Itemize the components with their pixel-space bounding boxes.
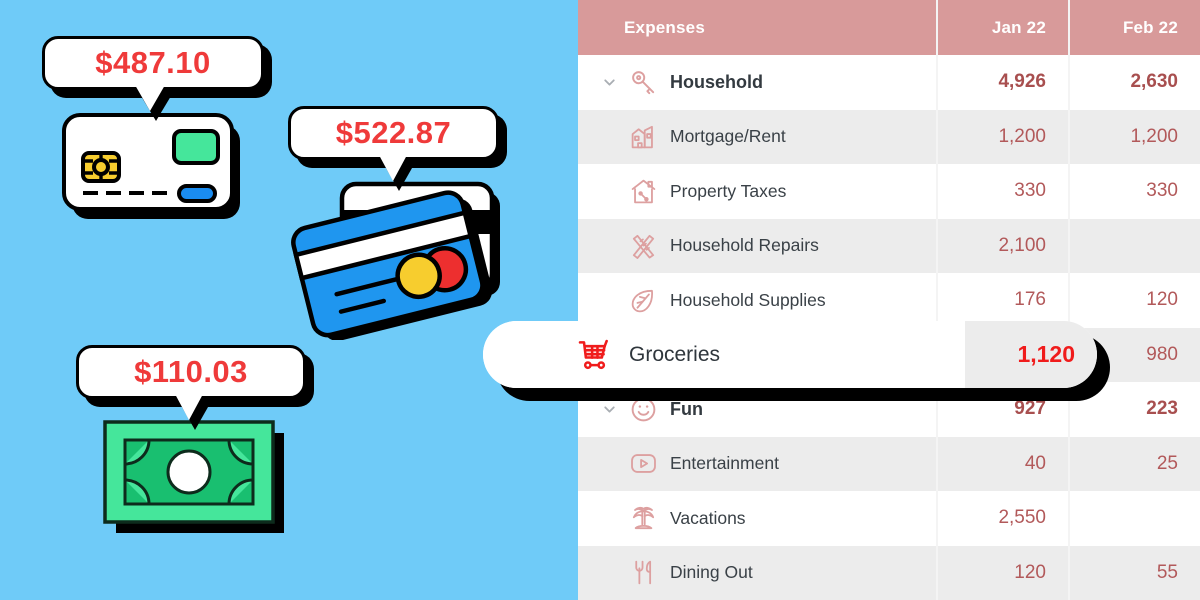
row-label-cell[interactable]: Property Taxes [578, 164, 936, 219]
credit-card-chip-illustration [62, 113, 244, 226]
row-value-feb[interactable]: 25 [1068, 436, 1200, 491]
row-value-feb[interactable]: 120 [1068, 273, 1200, 328]
row-value-jan[interactable]: 927 [936, 382, 1068, 437]
row-label-cell[interactable]: Household Supplies [578, 273, 936, 328]
table-row[interactable]: Household Repairs 2,100 [578, 218, 1200, 274]
table-row[interactable]: Household 4,926 2,630 [578, 55, 1200, 110]
play-icon [622, 449, 664, 478]
table-row[interactable]: Entertainment 40 25 [578, 436, 1200, 492]
house-percent-icon [622, 177, 664, 206]
column-header-jan-22[interactable]: Jan 22 [936, 0, 1068, 55]
row-label: Property Taxes [670, 180, 787, 201]
row-value-feb[interactable] [1068, 491, 1200, 546]
column-header-feb-22[interactable]: Feb 22 [1068, 0, 1200, 55]
smiley-icon [622, 395, 664, 424]
highlight-label-cell[interactable]: Groceries [483, 321, 965, 388]
table-row[interactable]: Mortgage/Rent 1,200 1,200 [578, 109, 1200, 165]
row-label-cell[interactable]: Fun [578, 382, 936, 437]
row-label-cell[interactable]: Household [578, 55, 936, 110]
tools-icon [622, 231, 664, 260]
highlight-value-jan[interactable]: 1,120 [965, 321, 1097, 388]
row-label-cell[interactable]: Dining Out [578, 546, 936, 600]
table-row[interactable]: Property Taxes 330 330 [578, 164, 1200, 219]
fork-knife-icon [622, 558, 664, 587]
row-label: Household Supplies [670, 289, 826, 310]
row-value-feb[interactable]: 1,200 [1068, 109, 1200, 164]
highlighted-groceries-row[interactable]: Groceries 1,120 [483, 321, 1097, 388]
callout-amount-2: $522.87 [335, 115, 452, 150]
row-value-jan[interactable]: 330 [936, 164, 1068, 219]
callout-bubble-2: $522.87 [288, 106, 499, 160]
row-label-cell[interactable]: Vacations [578, 491, 936, 546]
row-label: Mortgage/Rent [670, 126, 786, 147]
row-value-jan[interactable]: 4,926 [936, 55, 1068, 110]
screenshot-root: $487.10 $522.87 $110.03 Expenses Jan 22 … [0, 0, 1200, 600]
row-value-feb[interactable]: 223 [1068, 382, 1200, 437]
callout-amount-1: $487.10 [95, 45, 211, 80]
row-label-cell[interactable]: Mortgage/Rent [578, 110, 936, 165]
row-label: Household Repairs [670, 235, 819, 256]
callout-amount-3: $110.03 [134, 354, 248, 389]
row-value-jan[interactable]: 2,100 [936, 218, 1068, 273]
row-label: Fun [670, 398, 703, 419]
callout-bubble-1: $487.10 [42, 36, 264, 90]
expenses-table-panel: Expenses Jan 22 Feb 22 Household 4,926 2… [578, 0, 1200, 600]
highlight-label: Groceries [629, 342, 721, 366]
row-value-feb[interactable]: 2,630 [1068, 55, 1200, 110]
callout-bubble-3: $110.03 [76, 345, 306, 399]
row-value-jan[interactable]: 2,550 [936, 491, 1068, 546]
table-row[interactable]: Dining Out 120 55 [578, 545, 1200, 600]
row-value-jan[interactable]: 40 [936, 436, 1068, 491]
chevron-down-icon[interactable] [596, 74, 622, 91]
shopping-cart-icon [571, 339, 617, 371]
row-value-feb[interactable]: 55 [1068, 545, 1200, 600]
row-label: Household [670, 71, 763, 92]
key-icon [622, 68, 664, 97]
row-value-jan[interactable]: 120 [936, 545, 1068, 600]
row-value-feb[interactable]: 330 [1068, 164, 1200, 219]
palm-tree-icon [622, 504, 664, 533]
chevron-down-icon[interactable] [596, 401, 622, 418]
row-label: Dining Out [670, 562, 753, 583]
table-row[interactable]: Household Supplies 176 120 [578, 273, 1200, 328]
row-label: Entertainment [670, 453, 779, 474]
row-label: Vacations [670, 507, 746, 528]
table-row[interactable]: Fun 927 223 [578, 382, 1200, 437]
table-header-row: Expenses Jan 22 Feb 22 [578, 0, 1200, 55]
row-value-jan[interactable]: 176 [936, 273, 1068, 328]
column-header-expenses[interactable]: Expenses [578, 0, 936, 55]
leaf-icon [622, 286, 664, 315]
house-icon [622, 122, 664, 151]
cash-banknote-illustration [103, 420, 293, 550]
table-row[interactable]: Vacations 2,550 [578, 491, 1200, 546]
row-label-cell[interactable]: Household Repairs [578, 219, 936, 274]
row-label-cell[interactable]: Entertainment [578, 437, 936, 492]
row-value-feb[interactable] [1068, 218, 1200, 273]
row-value-jan[interactable]: 1,200 [936, 109, 1068, 164]
credit-cards-stack-illustration [288, 172, 512, 345]
